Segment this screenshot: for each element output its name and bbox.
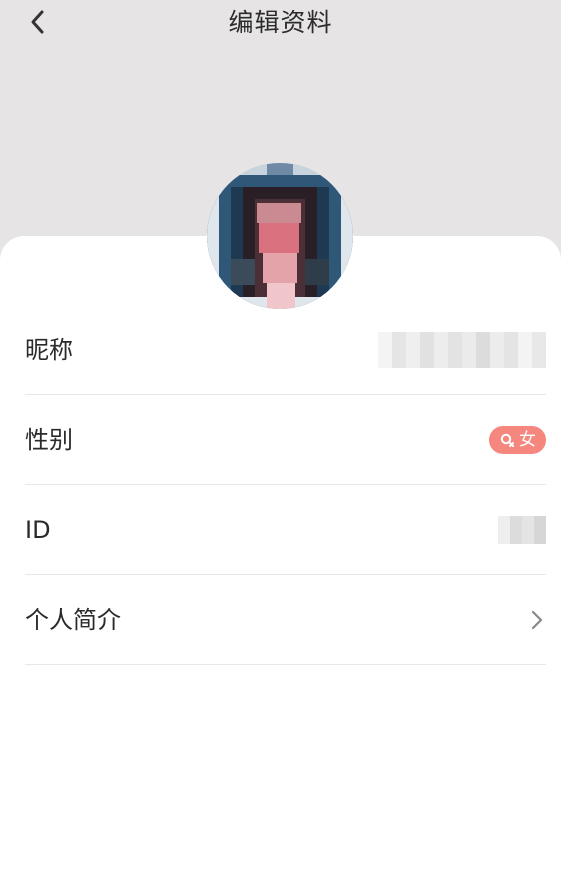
nickname-value [378, 305, 546, 395]
blurred-nickname [378, 332, 546, 368]
gender-text: 女 [519, 430, 536, 450]
female-icon [500, 433, 514, 447]
gender-row[interactable]: 性别 女 [25, 395, 546, 485]
bio-label: 个人简介 [25, 606, 121, 634]
blurred-id [498, 516, 546, 544]
gender-badge: 女 [489, 426, 546, 454]
bio-row[interactable]: 个人简介 [25, 575, 546, 665]
avatar[interactable] [207, 163, 353, 309]
id-value [498, 485, 546, 575]
bio-value [528, 575, 546, 665]
id-row[interactable]: ID [25, 485, 546, 575]
chevron-right-icon [531, 610, 543, 630]
nickname-label: 昵称 [25, 336, 73, 364]
id-label: ID [25, 516, 51, 544]
top-bar: 编辑资料 [0, 0, 561, 48]
page-title: 编辑资料 [228, 8, 333, 37]
gender-label: 性别 [25, 426, 73, 454]
gender-value: 女 [489, 395, 546, 485]
nickname-row[interactable]: 昵称 [25, 305, 546, 395]
